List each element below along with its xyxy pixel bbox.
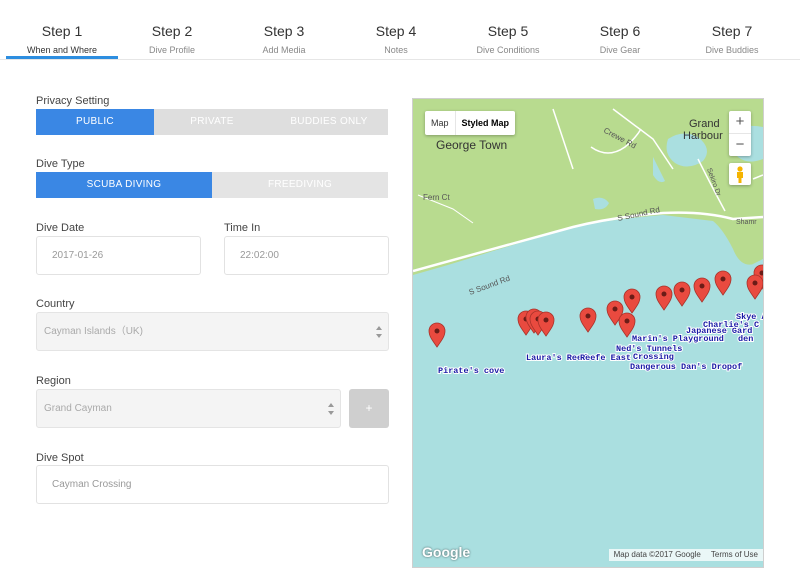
step-title: Step 2 [151, 23, 193, 39]
lauras-reef-label: Laura's Reef [526, 353, 587, 363]
marker-dot [612, 306, 618, 312]
google-logo: Google [422, 544, 471, 560]
fern-ct-label: Fern Ct [423, 193, 450, 202]
step-title: Step 5 [487, 23, 529, 39]
dive-date-label: Dive Date [36, 222, 85, 234]
step-3-tab[interactable]: Step 3 Add Media [228, 0, 340, 60]
map-data-attribution: Map data ©2017 Google [613, 550, 701, 559]
privacy-toggle: PUBLIC PRIVATE BUDDIES ONLY [36, 109, 388, 135]
region-select[interactable]: Grand Cayman [36, 389, 341, 428]
step-subtitle: Dive Profile [148, 45, 195, 55]
skye-label: Skye A [736, 312, 763, 322]
dive-spot-label: Dive Spot [36, 452, 84, 464]
step-7-tab[interactable]: Step 7 Dive Buddies [676, 0, 788, 60]
step-title: Step 4 [375, 23, 417, 39]
zoom-control: + − [729, 111, 751, 156]
select-arrows-icon [376, 326, 382, 338]
pirates-cove-label: Pirate's cove [438, 366, 504, 376]
step-subtitle: Dive Gear [599, 45, 641, 55]
dive-map[interactable]: George Town Grand Harbour Crewe Rd Fern … [412, 98, 764, 568]
step-5-tab[interactable]: Step 5 Dive Conditions [452, 0, 564, 60]
marker-dot [661, 291, 667, 297]
dangerous-dans-label: Dangerous Dan's Dropof [630, 362, 742, 372]
marker-dot [629, 294, 635, 300]
time-in-label: Time In [224, 222, 261, 234]
map-attribution: Map data ©2017 Google Terms of Use [608, 549, 763, 561]
map-type-control: Map Styled Map [425, 111, 516, 135]
add-region-button[interactable]: + [349, 389, 389, 428]
marker-dot [752, 280, 758, 286]
zoom-in-button[interactable]: + [729, 111, 751, 133]
step-2-tab[interactable]: Step 2 Dive Profile [116, 0, 228, 60]
grand-harbour-label-2: Harbour [683, 130, 723, 142]
dive-date-input[interactable]: 2017-01-26 [36, 236, 201, 275]
marker-dot [624, 318, 630, 324]
step-subtitle: Dive Conditions [476, 45, 540, 55]
privacy-buddies-only-button[interactable]: BUDDIES ONLY [270, 109, 388, 135]
region-value: Grand Cayman [44, 403, 112, 414]
step-title: Step 1 [41, 23, 83, 39]
region-label: Region [36, 375, 71, 387]
crossing-label: Crossing [633, 352, 674, 362]
step-1-tab[interactable]: Step 1 When and Where [6, 0, 118, 60]
step-subtitle: Notes [384, 45, 408, 55]
step-6-tab[interactable]: Step 6 Dive Gear [564, 0, 676, 60]
shamrock-label: Shamr [736, 219, 757, 226]
step-title: Step 6 [599, 23, 641, 39]
dive-type-label: Dive Type [36, 158, 85, 170]
zoom-out-button[interactable]: − [729, 133, 751, 155]
active-step-indicator [6, 56, 118, 59]
country-value: Cayman Islands（UK) [44, 326, 143, 337]
privacy-setting-label: Privacy Setting [36, 95, 110, 107]
step-title: Step 3 [263, 23, 305, 39]
step-subtitle: Add Media [262, 45, 306, 55]
map-type-styled-button[interactable]: Styled Map [454, 111, 516, 135]
select-arrows-icon [328, 403, 334, 415]
pegman-icon [737, 166, 743, 183]
step-navigation: Step 1 When and Where Step 2 Dive Profil… [0, 0, 800, 60]
reefe-east-label: Reefe East [580, 353, 631, 363]
den-label: den [738, 334, 753, 344]
country-select[interactable]: Cayman Islands（UK) [36, 312, 389, 351]
freediving-button[interactable]: FREEDIVING [212, 172, 388, 198]
terms-of-use-link[interactable]: Terms of Use [706, 550, 763, 559]
step-subtitle: Dive Buddies [705, 45, 759, 55]
privacy-private-button[interactable]: PRIVATE [154, 109, 270, 135]
street-view-pegman-icon[interactable] [729, 163, 751, 185]
marker-dot [543, 317, 549, 323]
map-canvas: George Town Grand Harbour Crewe Rd Fern … [413, 99, 763, 567]
marker-dot [679, 287, 685, 293]
country-label: Country [36, 298, 75, 310]
dive-type-toggle: SCUBA DIVING FREEDIVING [36, 172, 388, 198]
george-town-label: George Town [436, 138, 507, 152]
step-title: Step 7 [711, 23, 753, 39]
step-4-tab[interactable]: Step 4 Notes [340, 0, 452, 60]
step-subtitle: When and Where [26, 45, 98, 55]
grand-harbour-label-1: Grand [689, 118, 720, 130]
privacy-public-button[interactable]: PUBLIC [36, 109, 154, 135]
dive-spot-input[interactable]: Cayman Crossing [36, 465, 389, 504]
map-type-map-button[interactable]: Map [425, 111, 455, 135]
scuba-diving-button[interactable]: SCUBA DIVING [36, 172, 212, 198]
time-in-input[interactable]: 22:02:00 [224, 236, 389, 275]
marker-dot [585, 313, 591, 319]
marker-dot [434, 328, 440, 334]
marker-dot [720, 276, 726, 282]
marker-dot [699, 283, 705, 289]
